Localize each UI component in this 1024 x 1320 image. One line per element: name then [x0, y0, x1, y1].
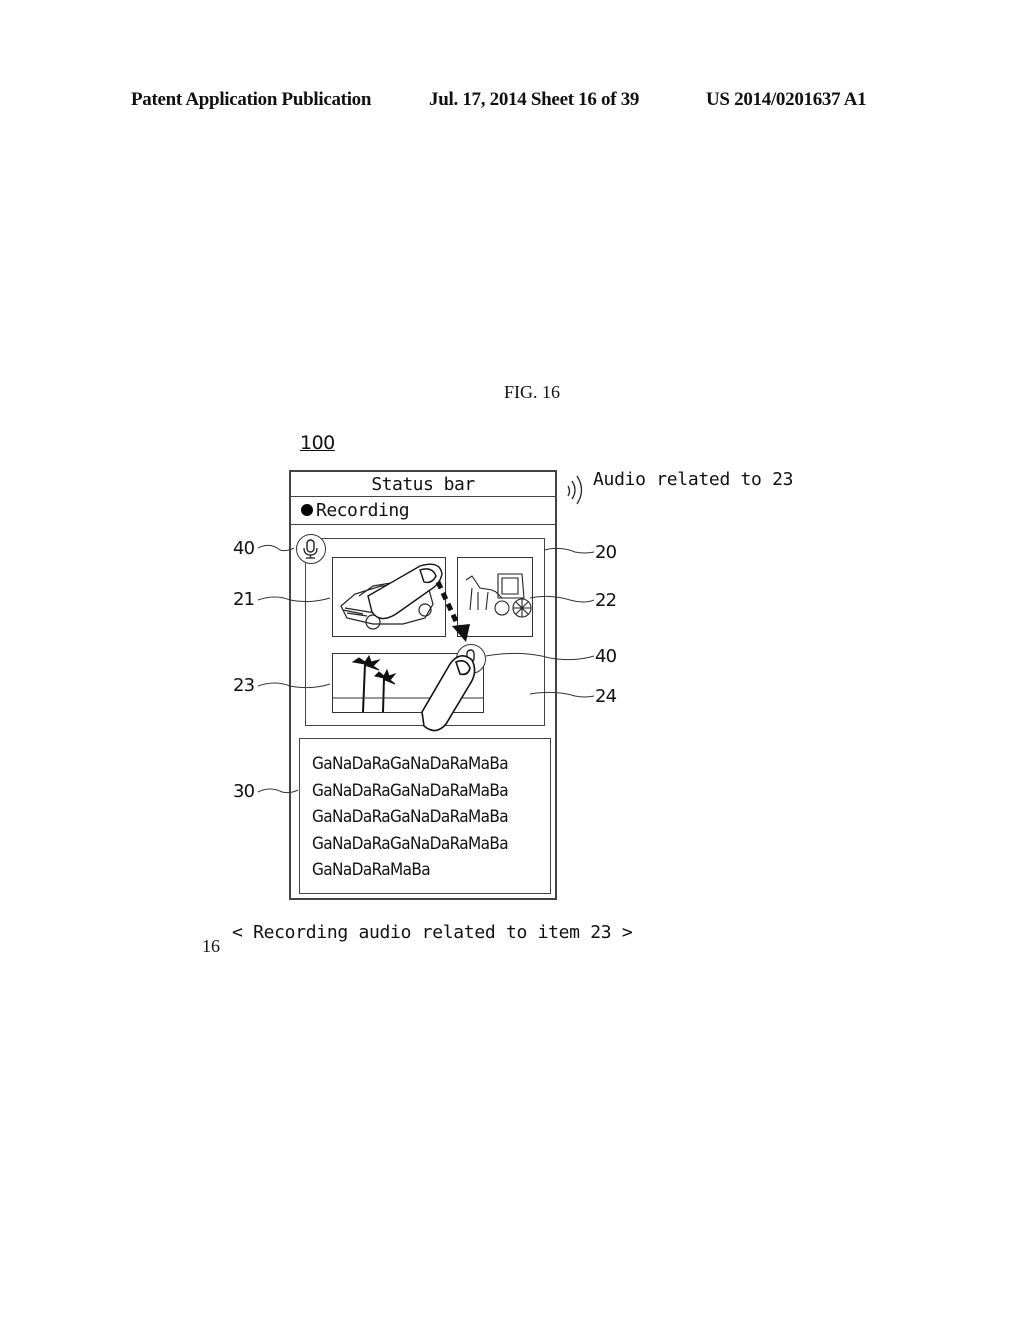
mic-button-dragged[interactable]: [456, 644, 486, 674]
sound-wave-icon: [567, 475, 583, 505]
ref-mic-drop: 40: [595, 646, 617, 667]
car-image: [340, 581, 434, 630]
recording-label: Recording: [316, 500, 410, 521]
ref-text-panel: 30: [233, 781, 255, 802]
ref-empty-area: 24: [595, 686, 617, 707]
device-screen: Status bar Recording GaNaDaRaGaNaDaRaMaB…: [289, 470, 557, 900]
recording-indicator: Recording: [291, 497, 555, 525]
figure-caption: < Recording audio related to item 23 >: [232, 922, 633, 943]
ref-mic-corner: 40: [233, 538, 255, 559]
patent-number: US 2014/0201637 A1: [706, 89, 867, 110]
device-reference: 100: [300, 432, 335, 454]
text-line: GaNaDaRaGaNaDaRaMaBa: [312, 780, 509, 801]
horse-carriage-image: [465, 573, 532, 618]
figure-label: FIG. 16: [504, 382, 561, 402]
microphone-icon: [303, 539, 318, 559]
content-area: [305, 538, 545, 726]
page-number: 16: [202, 936, 220, 956]
audio-indicator-label: Audio related to 23: [593, 469, 794, 490]
ref-item-21: 21: [233, 589, 255, 610]
text-line: GaNaDaRaGaNaDaRaMaBa: [312, 833, 509, 854]
ref-item-22: 22: [595, 590, 617, 611]
text-panel[interactable]: GaNaDaRaGaNaDaRaMaBa GaNaDaRaGaNaDaRaMaB…: [299, 738, 551, 894]
microphone-icon: [466, 649, 475, 663]
text-line: GaNaDaRaMaBa: [312, 860, 431, 880]
ref-item-23: 23: [233, 675, 255, 696]
date-sheet: Jul. 17, 2014 Sheet 16 of 39: [429, 89, 640, 110]
status-bar: Status bar: [291, 472, 555, 497]
mic-button-corner[interactable]: [296, 534, 326, 564]
ref-content-area: 20: [595, 542, 617, 563]
record-dot-icon: [301, 504, 313, 516]
text-line: GaNaDaRaGaNaDaRaMaBa: [312, 754, 509, 774]
text-line: GaNaDaRaGaNaDaRaMaBa: [312, 807, 509, 827]
publication-type: Patent Application Publication: [131, 89, 372, 110]
item-carriage-thumbnail[interactable]: [457, 557, 533, 637]
item-car-thumbnail[interactable]: [332, 557, 446, 637]
